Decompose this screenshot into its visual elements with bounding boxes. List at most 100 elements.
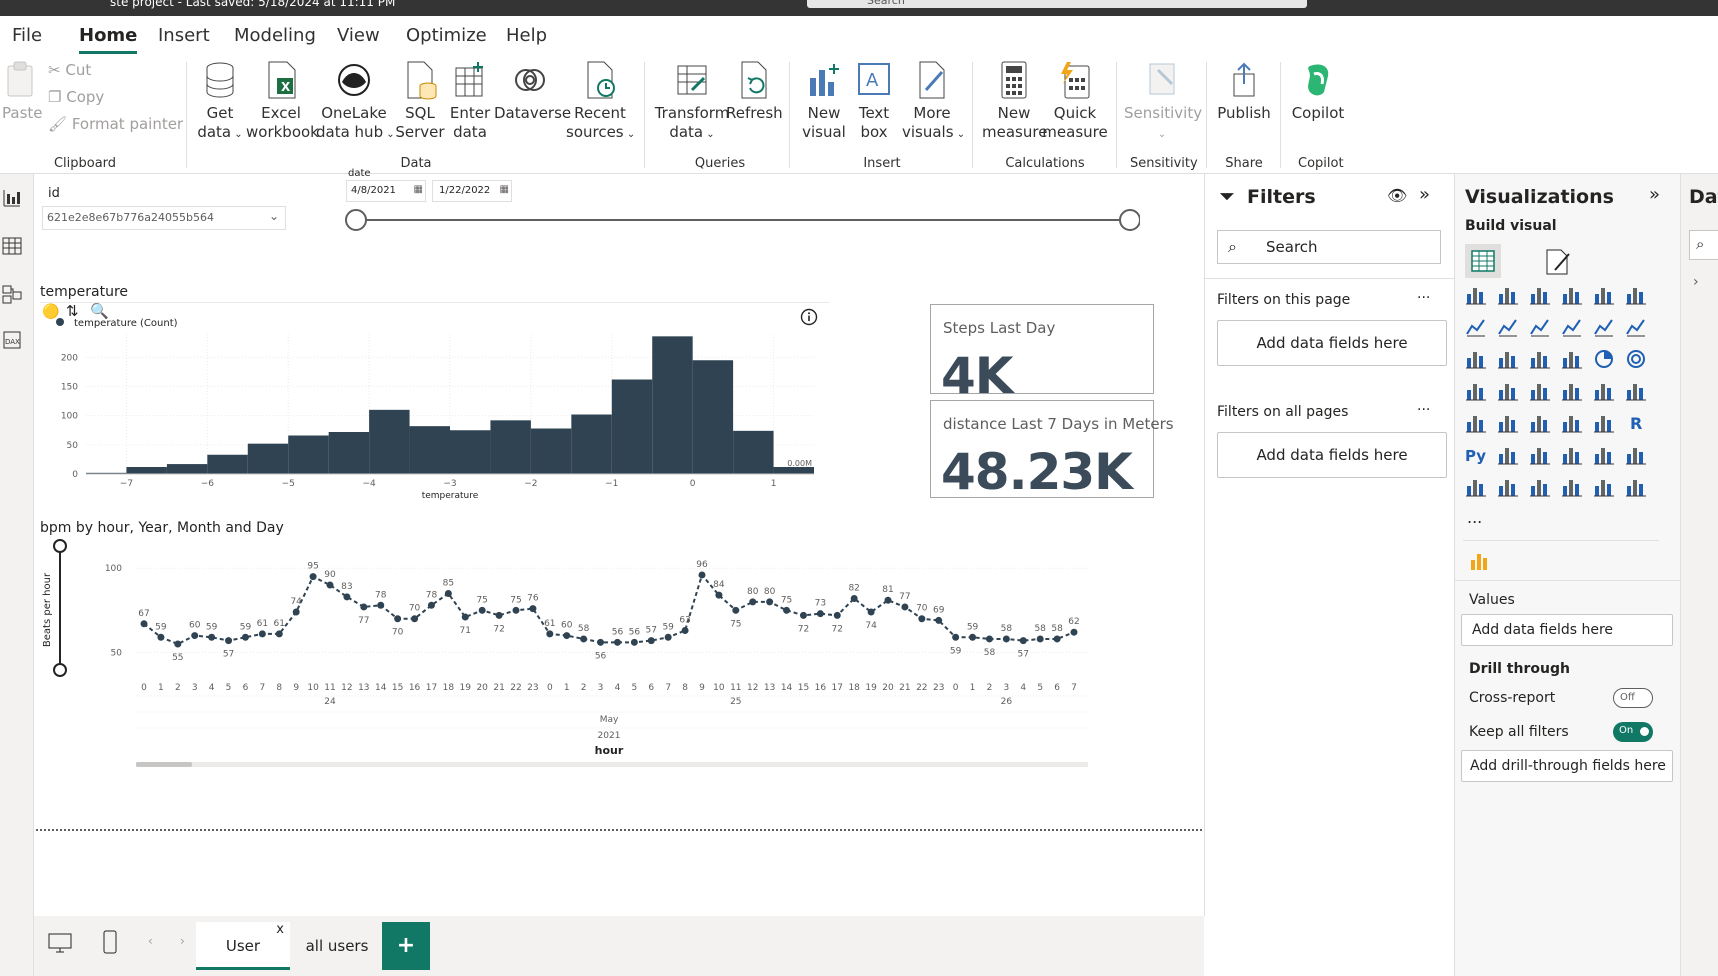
funnel-icon[interactable] [1529, 348, 1551, 370]
publish-button[interactable]: Publish [1214, 60, 1274, 123]
menu-home[interactable]: Home [79, 25, 138, 54]
stacked-bar-icon[interactable] [1465, 284, 1487, 306]
add-page-button[interactable]: + [382, 922, 430, 970]
recent-sources-button[interactable]: Recent sources ⌄ [566, 60, 635, 144]
title-search-box[interactable]: Search [807, 0, 1307, 8]
clustered-column-icon[interactable] [1561, 284, 1583, 306]
filters-all-drop-zone[interactable]: Add data fields here [1217, 432, 1447, 478]
area-icon[interactable] [1497, 316, 1519, 338]
ribbon-icon[interactable] [1561, 316, 1583, 338]
card-icon[interactable] [1625, 380, 1647, 402]
power-apps-icon[interactable] [1497, 476, 1519, 498]
copy-button[interactable]: ❐ Copy [48, 88, 104, 106]
qa-icon[interactable] [1561, 444, 1583, 466]
r-visual-icon[interactable]: R [1625, 412, 1647, 434]
more-visuals-button[interactable]: More visuals ⌄ [902, 60, 965, 144]
onelake-data-hub-button[interactable]: OneLake data hub ⌄ [316, 60, 395, 144]
get-data-button[interactable]: Get data ⌄ [196, 60, 244, 144]
report-view-icon[interactable] [2, 188, 22, 208]
collapse-filters-icon[interactable]: » [1419, 184, 1430, 205]
gauge-icon[interactable] [1593, 380, 1615, 402]
paginated-icon[interactable] [1465, 476, 1487, 498]
smart-narrative-icon[interactable] [1593, 444, 1615, 466]
mobile-layout-icon[interactable] [102, 930, 118, 954]
new-visual-button[interactable]: New visual [800, 60, 848, 142]
multi-row-card-icon[interactable] [1465, 412, 1487, 434]
data-search-input[interactable]: ⌕ [1689, 230, 1718, 260]
menu-optimize[interactable]: Optimize [406, 25, 487, 46]
page-tab-user[interactable]: User x [196, 922, 290, 970]
more-options-icon[interactable]: ... [1417, 286, 1430, 302]
kpi-icon[interactable] [1497, 412, 1519, 434]
keep-filters-toggle[interactable]: On [1613, 722, 1653, 742]
slicer-icon[interactable] [1529, 412, 1551, 434]
100-column-icon[interactable] [1625, 284, 1647, 306]
text-box-button[interactable]: A Text box [850, 60, 898, 142]
table-view-icon[interactable] [2, 236, 22, 256]
enter-data-button[interactable]: Enter data [448, 60, 492, 142]
quick-measure-button[interactable]: Quick measure [1042, 60, 1108, 142]
new-measure-button[interactable]: New measure [982, 60, 1047, 142]
python-visual-icon[interactable]: Py [1465, 444, 1487, 466]
filters-page-drop-zone[interactable]: Add data fields here [1217, 320, 1447, 366]
goals-icon[interactable] [1625, 444, 1647, 466]
clustered-bar-icon[interactable] [1529, 284, 1551, 306]
transform-data-button[interactable]: Transform data ⌄ [652, 60, 732, 144]
menu-help[interactable]: Help [506, 25, 547, 46]
donut-icon[interactable] [1625, 348, 1647, 370]
collapse-visualizations-icon[interactable]: » [1649, 184, 1660, 205]
matrix-icon[interactable] [1593, 412, 1615, 434]
build-visual-tab[interactable] [1465, 244, 1501, 278]
page-tab-all-users[interactable]: all users [290, 922, 384, 970]
stacked-area-icon[interactable] [1529, 316, 1551, 338]
metrics-icon[interactable] [1561, 476, 1583, 498]
map-icon[interactable] [1497, 380, 1519, 402]
sql-server-button[interactable]: SQL Server [392, 60, 448, 142]
chevrons-icon[interactable] [1625, 476, 1647, 498]
pie-icon[interactable] [1593, 348, 1615, 370]
waterfall-icon[interactable] [1497, 348, 1519, 370]
more-options-icon[interactable]: ... [1417, 398, 1430, 414]
azure-map-icon[interactable] [1561, 380, 1583, 402]
menu-insert[interactable]: Insert [158, 25, 210, 46]
scroll-left-icon[interactable]: ‹ [148, 934, 153, 948]
filled-map-icon[interactable] [1529, 380, 1551, 402]
ribbon-chart-icon[interactable] [1465, 348, 1487, 370]
stacked-column-icon[interactable] [1497, 284, 1519, 306]
copilot-button[interactable]: Copilot [1288, 60, 1348, 123]
paste-button[interactable]: Paste [2, 60, 43, 123]
key-influencers-icon[interactable] [1497, 444, 1519, 466]
dataverse-button[interactable]: Dataverse [494, 60, 571, 123]
eye-icon[interactable]: 👁 [1387, 186, 1407, 205]
scatter-icon[interactable] [1561, 348, 1583, 370]
values-drop-zone[interactable]: Add data fields here [1461, 614, 1673, 646]
analytics-bar-icon[interactable] [1469, 550, 1491, 570]
cross-report-toggle[interactable]: Off [1613, 688, 1653, 708]
dax-query-view-icon[interactable]: DAX [2, 330, 22, 350]
line-stacked-column-icon[interactable] [1625, 316, 1647, 338]
cut-button[interactable]: ✂ Cut [48, 61, 91, 79]
excel-workbook-button[interactable]: X Excel workbook [246, 60, 319, 142]
line-column-icon[interactable] [1593, 316, 1615, 338]
date-range-slider[interactable] [344, 208, 1140, 232]
treemap-icon[interactable] [1465, 380, 1487, 402]
refresh-button[interactable]: Refresh [726, 60, 783, 123]
decomposition-tree-icon[interactable] [1529, 444, 1551, 466]
format-painter-button[interactable]: 🖌 Format painter [48, 115, 183, 133]
line-icon[interactable] [1465, 316, 1487, 338]
format-visual-icon[interactable] [1543, 248, 1573, 276]
sensitivity-button[interactable]: Sensitivity ⌄ [1124, 60, 1202, 144]
more-visuals-ellipsis[interactable]: ... [1467, 508, 1482, 527]
power-automate-icon[interactable] [1529, 476, 1551, 498]
scroll-right-icon[interactable]: › [180, 934, 185, 948]
model-view-icon[interactable] [2, 284, 22, 304]
table-icon[interactable] [1561, 412, 1583, 434]
id-dropdown[interactable]: 621e2e8e67b776a24055b564 ⌄ [42, 206, 286, 230]
menu-modeling[interactable]: Modeling [234, 25, 316, 46]
diamond-icon[interactable] [1593, 476, 1615, 498]
filter-search-input[interactable]: ⌕ Search [1217, 230, 1441, 264]
menu-file[interactable]: File [12, 25, 42, 46]
close-tab-icon[interactable]: x [276, 906, 284, 954]
date-to-input[interactable]: 1/22/2022 ▦ [432, 180, 512, 202]
date-from-input[interactable]: 4/8/2021 ▦ [346, 180, 426, 202]
